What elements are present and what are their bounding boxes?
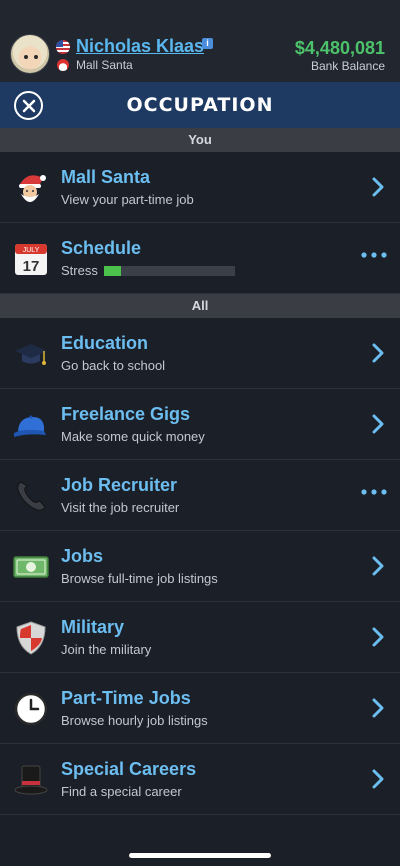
chevron-right-icon [372, 414, 384, 434]
santa-mini-icon [57, 59, 69, 71]
row-label: Jobs [61, 546, 104, 566]
player-header: Nicholas Klaas i Mall Santa $4,480,081 B… [0, 0, 400, 82]
chevron-right-icon [372, 769, 384, 789]
row-subtitle: Visit the job recruiter [61, 500, 180, 515]
row-mall-santa[interactable]: Mall Santa View your part-time job [0, 152, 400, 223]
money-icon [13, 556, 49, 578]
chevron-right-icon [372, 698, 384, 718]
top-hat-icon [14, 765, 48, 795]
row-label: Special Careers [61, 759, 197, 779]
clock-icon [14, 692, 48, 726]
row-job-recruiter[interactable]: Job Recruiter Visit the job recruiter [0, 460, 400, 531]
info-icon[interactable]: i [202, 38, 213, 49]
row-military[interactable]: Military Join the military [0, 602, 400, 673]
row-label: Part-Time Jobs [61, 688, 191, 708]
chevron-right-icon [372, 627, 384, 647]
graduation-cap-icon [15, 344, 47, 365]
row-jobs[interactable]: Jobs Browse full-time job listings [0, 531, 400, 602]
calendar-day: 17 [23, 258, 40, 275]
row-subtitle: View your part-time job [61, 192, 194, 207]
chevron-right-icon [372, 556, 384, 576]
row-special-careers[interactable]: Special Careers Find a special career [0, 744, 400, 815]
chevron-right-icon [372, 343, 384, 363]
row-label: Education [61, 333, 149, 353]
page-title: OCCUPATION [126, 94, 274, 116]
more-dots-icon[interactable] [360, 251, 388, 259]
more-dots-icon[interactable] [360, 488, 388, 496]
section-header-all: All [0, 294, 400, 318]
stress-bar-fill [104, 266, 122, 276]
phone-icon [17, 481, 46, 511]
title-bar: OCCUPATION [0, 82, 400, 128]
player-job: Mall Santa [76, 58, 133, 72]
cap-icon [14, 415, 46, 437]
row-subtitle: Make some quick money [61, 429, 205, 444]
calendar-icon: JULY 17 [15, 244, 47, 275]
section-header-you: You [0, 128, 400, 152]
row-subtitle: Find a special career [61, 784, 182, 799]
stress-label: Stress [61, 263, 98, 278]
row-subtitle: Browse full-time job listings [61, 571, 218, 586]
stress-bar [104, 266, 235, 276]
avatar[interactable] [10, 34, 50, 74]
row-label: Job Recruiter [61, 475, 178, 495]
player-name-link[interactable]: Nicholas Klaas [76, 36, 204, 57]
row-subtitle: Go back to school [61, 358, 166, 373]
row-education[interactable]: Education Go back to school [0, 318, 400, 389]
santa-icon [19, 175, 46, 202]
home-indicator[interactable] [129, 853, 271, 858]
shield-icon [16, 621, 46, 655]
row-freelance-gigs[interactable]: Freelance Gigs Make some quick money [0, 389, 400, 460]
bank-balance: $4,480,081 [294, 38, 385, 58]
row-part-time-jobs[interactable]: Part-Time Jobs Browse hourly job listing… [0, 673, 400, 744]
us-flag-icon [56, 40, 70, 54]
row-subtitle: Browse hourly job listings [61, 713, 208, 728]
row-subtitle: Join the military [61, 642, 152, 657]
row-label: Freelance Gigs [61, 404, 191, 424]
calendar-month: JULY [23, 247, 40, 254]
row-schedule[interactable]: JULY 17 Schedule Stress [0, 223, 400, 294]
chevron-right-icon [372, 177, 384, 197]
row-label: Military [61, 617, 125, 637]
row-label: Mall Santa [61, 167, 151, 187]
row-label: Schedule [61, 238, 142, 258]
bank-balance-label: Bank Balance [310, 59, 385, 73]
